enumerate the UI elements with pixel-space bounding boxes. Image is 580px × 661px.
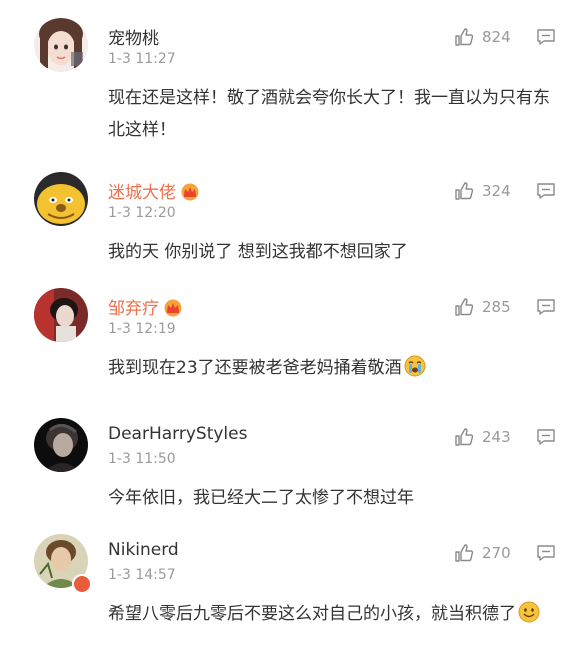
- comment-text-content: 我到现在23了还要被老爸老妈捅着敬酒: [108, 358, 402, 378]
- user-name[interactable]: 宠物桃: [108, 24, 159, 49]
- like-count: 270: [482, 544, 511, 562]
- comment-icon: [537, 183, 555, 199]
- avatar[interactable]: [34, 172, 88, 226]
- like-button[interactable]: 243: [454, 426, 511, 448]
- avatar[interactable]: [34, 18, 88, 72]
- thumbs-up-icon: [455, 428, 474, 446]
- thumbs-up-icon: [455, 544, 474, 562]
- comment-icon: [537, 29, 555, 45]
- thumbs-up-icon: [455, 182, 474, 200]
- reply-button[interactable]: [536, 27, 556, 51]
- comment-time: 1-3 12:20: [108, 205, 176, 221]
- like-count: 324: [482, 182, 511, 200]
- reply-button[interactable]: [536, 427, 556, 451]
- like-count: 243: [482, 428, 511, 446]
- comment-icon: [537, 545, 555, 561]
- user-name[interactable]: 迷城大佬: [108, 178, 200, 203]
- comment-icon: [537, 299, 555, 315]
- user-name-text: 迷城大佬: [108, 183, 176, 203]
- thumbs-up-icon: [455, 28, 474, 46]
- reply-button[interactable]: [536, 543, 556, 567]
- user-name[interactable]: DearHarryStyles: [108, 424, 247, 444]
- comment-text-content: 希望八零后九零后不要这么对自己的小孩，就当积德了: [108, 604, 516, 624]
- like-button[interactable]: 285: [454, 296, 511, 318]
- avatar[interactable]: [34, 288, 88, 342]
- like-count: 824: [482, 28, 511, 46]
- comment-text: 我的天 你别说了 想到这我都不想回家了: [108, 242, 408, 262]
- user-name-text: 邹弃疗: [108, 299, 159, 319]
- like-button[interactable]: 824: [454, 26, 511, 48]
- comment-time: 1-3 14:57: [108, 567, 176, 583]
- comment-time: 1-3 12:19: [108, 321, 176, 337]
- smiling-face-emoji: [518, 601, 540, 623]
- comment-text: 现在还是这样！敬了酒就会夸你长大了！我一直以为只有东北这样！: [108, 88, 550, 140]
- reply-button[interactable]: [536, 181, 556, 205]
- vip-crown-icon: [181, 183, 199, 201]
- comment-time: 1-3 11:27: [108, 51, 176, 67]
- verified-badge-icon: [72, 574, 92, 594]
- like-button[interactable]: 270: [454, 542, 511, 564]
- comment-text: 希望八零后九零后不要这么对自己的小孩，就当积德了: [108, 598, 560, 630]
- like-count: 285: [482, 298, 511, 316]
- vip-crown-icon: [164, 299, 182, 317]
- reply-button[interactable]: [536, 297, 556, 321]
- avatar[interactable]: [34, 418, 88, 472]
- user-name[interactable]: 邹弃疗: [108, 294, 183, 319]
- comment-text: 今年依旧，我已经大二了太惨了不想过年: [108, 488, 414, 508]
- comment-icon: [537, 429, 555, 445]
- user-name[interactable]: Nikinerd: [108, 540, 179, 560]
- crying-face-emoji: [404, 355, 426, 377]
- comment-time: 1-3 11:50: [108, 451, 176, 467]
- comment-text: 我到现在23了还要被老爸老妈捅着敬酒: [108, 352, 560, 384]
- thumbs-up-icon: [455, 298, 474, 316]
- like-button[interactable]: 324: [454, 180, 511, 202]
